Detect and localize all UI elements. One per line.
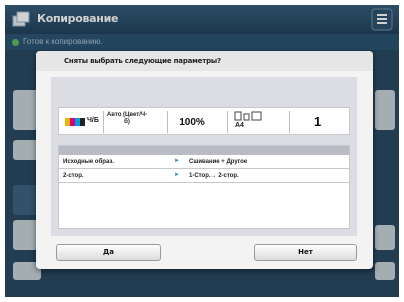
paper-size-icon bbox=[234, 111, 262, 121]
color-mode-value: Ч/Б bbox=[87, 117, 99, 124]
paper-select-value: Авто (Цвет/Ч-б) bbox=[106, 112, 148, 125]
setting-name: Исходные образ. bbox=[63, 159, 114, 165]
divider bbox=[227, 111, 228, 133]
settings-summary: Ч/Б Авто (Цвет/Ч-б) 100% A4 1 bbox=[58, 107, 350, 135]
divider bbox=[167, 111, 168, 133]
dialog-body: Ч/Б Авто (Цвет/Ч-б) 100% A4 1 Исходные о… bbox=[51, 77, 357, 236]
divider bbox=[289, 111, 290, 133]
setting-value: 1-Стор.→ 2-стор. bbox=[189, 173, 239, 179]
setting-name: 2-стор. bbox=[63, 173, 84, 179]
settings-list: Исходные образ. ► Сшивание + Другое 2-ст… bbox=[58, 145, 350, 229]
arrow-right-icon: ► bbox=[174, 158, 180, 164]
setting-value: Сшивание + Другое bbox=[189, 159, 248, 165]
divider bbox=[103, 111, 104, 133]
color-mode-icon bbox=[65, 118, 85, 126]
arrow-right-icon: ► bbox=[174, 172, 180, 178]
list-item: 2-стор. ► 1-Стор.→ 2-стор. bbox=[59, 170, 349, 183]
dialog-header: Сняты выбрать следующие параметры? bbox=[36, 51, 373, 71]
confirm-dialog: Сняты выбрать следующие параметры? Ч/Б А… bbox=[36, 51, 373, 269]
yes-button[interactable]: Да bbox=[56, 244, 161, 261]
paper-size-value: A4 bbox=[235, 122, 244, 129]
dialog-title: Сняты выбрать следующие параметры? bbox=[64, 57, 221, 65]
copies-value: 1 bbox=[314, 114, 322, 129]
zoom-value: 100% bbox=[179, 117, 205, 128]
list-item: Исходные образ. ► Сшивание + Другое bbox=[59, 156, 349, 169]
list-header bbox=[59, 146, 349, 155]
no-button[interactable]: Нет bbox=[254, 244, 357, 261]
